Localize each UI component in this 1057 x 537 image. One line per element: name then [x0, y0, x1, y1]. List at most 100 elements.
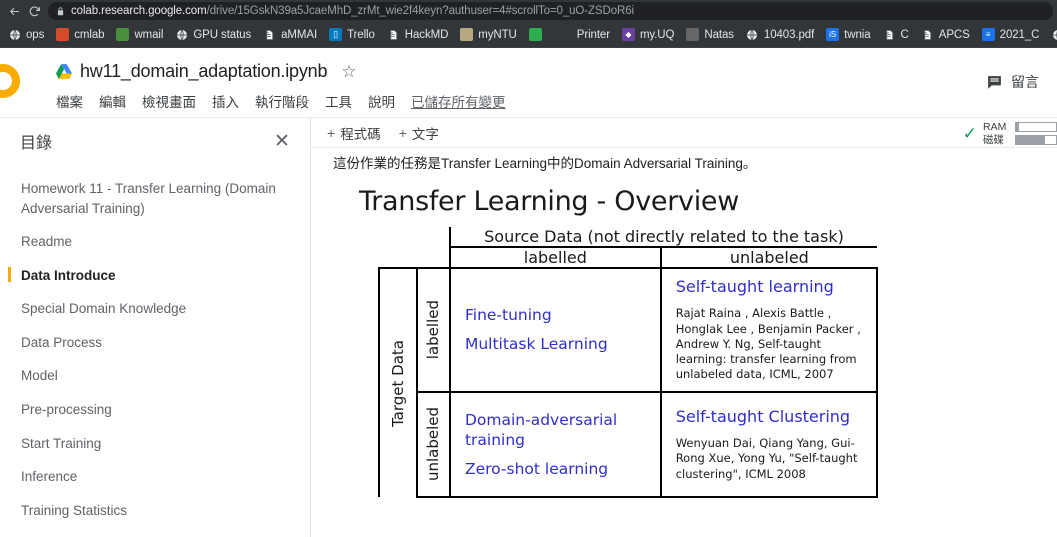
document-icon: [387, 28, 400, 41]
plus-icon: +: [327, 124, 336, 141]
toc-list: Homework 11 - Transfer Learning (Domain …: [0, 164, 310, 537]
colab-header: hw11_domain_adaptation.ipynb ☆ 檔案 編輯 檢視畫面插…: [0, 48, 1057, 118]
toc-item-start-training[interactable]: Start Training: [0, 427, 310, 461]
bookmark-label: Printer: [576, 28, 610, 41]
resource-indicator[interactable]: ✓ RAM 磁碟: [963, 118, 1057, 148]
markdown-text: 這份作業的任務是Transfer Learning中的Domain Advers…: [333, 156, 757, 171]
menu-item-說明[interactable]: 說明: [368, 91, 395, 111]
save-status[interactable]: 已儲存所有變更: [411, 91, 506, 111]
row-header-unlabeled: unlabeled: [415, 391, 450, 499]
corner-blank-3: [379, 247, 417, 268]
bookmark-10403-pdf[interactable]: 10403.pdf: [740, 25, 820, 45]
toc-item-label: Special Domain Knowledge: [21, 301, 187, 317]
row-axis-label: Target Data: [388, 339, 407, 427]
toc-item-pre-processing[interactable]: Pre-processing: [0, 393, 310, 427]
lock-icon: [56, 6, 65, 17]
back-arrow-icon[interactable]: [4, 1, 24, 21]
is-icon: iS: [826, 28, 840, 41]
toc-item-training-statistics[interactable]: Training Statistics: [0, 494, 310, 528]
header-actions: 留言: [986, 72, 1039, 92]
menu-item-工具[interactable]: 工具: [325, 91, 352, 111]
menu-item-編輯[interactable]: 編輯: [99, 91, 126, 111]
bookmark-c[interactable]: C: [877, 25, 915, 45]
bookmark-twnia[interactable]: iS twnia: [820, 25, 876, 45]
star-outline-icon[interactable]: ☆: [341, 63, 356, 80]
colab-logo-ring: [0, 64, 20, 98]
toc-item-readme[interactable]: Readme: [0, 225, 310, 259]
bookmark-label: ops: [26, 28, 45, 41]
bookmark-2021-c[interactable]: ≡ 2021_C: [976, 25, 1046, 45]
disk-meter: 磁碟: [983, 133, 1057, 146]
slides-icon: ≡: [981, 28, 995, 41]
toc-item-learning-curve-strong-baseline[interactable]: Learning Curve (Strong Baseline): [0, 527, 310, 537]
plus-icon: +: [398, 124, 407, 141]
unlabeled-labelled-item-2: Zero-shot learning: [464, 459, 609, 478]
ram-label: RAM: [983, 120, 1007, 133]
toc-item-data-process[interactable]: Data Process: [0, 326, 310, 360]
bookmark-my-uq[interactable]: ◆ my.UQ: [616, 25, 680, 45]
reload-icon[interactable]: [24, 1, 44, 21]
image-icon: [116, 28, 130, 41]
page-title[interactable]: hw11_domain_adaptation.ipynb: [80, 61, 327, 82]
close-icon[interactable]: ✕: [270, 129, 294, 153]
url-path: /drive/15GskN39a5JcaeMhD_zrMt_wie2f4keyn…: [206, 5, 634, 17]
resource-meters: RAM 磁碟: [983, 120, 1057, 146]
menu-item-檔案[interactable]: 檔案: [56, 91, 83, 111]
url-text: colab.research.google.com/drive/15GskN39…: [71, 5, 634, 17]
bookmark-wmail[interactable]: wmail: [110, 25, 169, 45]
green-icon: [528, 28, 542, 41]
google-drive-icon: [56, 63, 72, 79]
bookmark-cmlab[interactable]: cmlab: [50, 25, 110, 45]
col-header-labelled: labelled: [448, 246, 661, 270]
cell-unlabeled-labelled: Domain-adversarial training Zero-shot lea…: [448, 391, 662, 499]
slide-title: Transfer Learning - Overview: [359, 186, 739, 218]
toc-item-homework-11-transfer-learning-domain-adversarial-training[interactable]: Homework 11 - Transfer Learning (Domain …: [0, 172, 310, 225]
bookmark-gpu-status[interactable]: GPU status: [169, 25, 257, 45]
toc-item-special-domain-knowledge[interactable]: Special Domain Knowledge: [0, 292, 310, 326]
labelled-labelled-item-2: Multitask Learning: [464, 335, 608, 354]
menu-item-檢視畫面[interactable]: 檢視畫面: [142, 91, 196, 111]
bookmark-ammai[interactable]: aMMAI: [257, 25, 323, 45]
comment-icon[interactable]: [986, 74, 1003, 91]
notebook-cell-area[interactable]: 這份作業的任務是Transfer Learning中的Domain Advers…: [311, 148, 1057, 537]
bookmark-natas[interactable]: Natas: [680, 25, 740, 45]
globe-icon: [746, 28, 759, 41]
notebook-toolbar: + 程式碼 + 文字 ✓ RAM 磁碟: [311, 118, 1057, 148]
colab-logo[interactable]: [0, 48, 56, 117]
add-code-cell-button[interactable]: + 程式碼: [327, 123, 381, 143]
globe-icon: [8, 28, 21, 41]
bookmark-trello[interactable]: ▯ Trello: [323, 25, 381, 45]
address-bar[interactable]: colab.research.google.com/drive/15GskN39…: [48, 2, 1053, 20]
add-text-label: 文字: [411, 126, 439, 142]
toc-item-inference[interactable]: Inference: [0, 460, 310, 494]
disk-fill: [1016, 135, 1045, 144]
menu-item-執行階段[interactable]: 執行階段: [255, 91, 309, 111]
bookmark-apcs[interactable]: APCS: [915, 25, 976, 45]
row-header-labelled-text: labelled: [424, 300, 443, 360]
toc-item-data-introduce[interactable]: Data Introduce: [0, 259, 310, 293]
bookmark-item-8[interactable]: [523, 25, 553, 45]
trello-icon: ▯: [329, 28, 343, 41]
bookmark-sprou[interactable]: sprou: [1045, 25, 1057, 45]
bookmark-myntu[interactable]: myNTU: [454, 25, 522, 45]
bookmark-printer[interactable]: Printer: [553, 25, 616, 45]
document-icon: [263, 28, 276, 41]
image-icon: [56, 28, 70, 41]
bookmark-ops[interactable]: ops: [2, 25, 50, 45]
url-host: colab.research.google.com: [71, 5, 207, 17]
document-icon: [883, 28, 896, 41]
image-icon: [686, 28, 700, 41]
self-taught-learning-heading: Self-taught learning: [675, 277, 834, 297]
bookmark-label: myNTU: [478, 28, 517, 41]
bookmark-hackmd[interactable]: HackMD: [381, 25, 455, 45]
toc-item-model[interactable]: Model: [0, 359, 310, 393]
toc-item-label: Readme: [21, 234, 73, 250]
add-text-cell-button[interactable]: + 文字: [399, 123, 439, 143]
notebook-pane: + 程式碼 + 文字 ✓ RAM 磁碟 這份作業的任務是Transfer Lea…: [311, 118, 1057, 537]
shield-icon: ◆: [621, 28, 635, 41]
menu-item-插入[interactable]: 插入: [212, 91, 239, 111]
document-icon: [921, 28, 934, 41]
comment-label[interactable]: 留言: [1011, 72, 1039, 92]
bookmark-label: aMMAI: [281, 28, 318, 41]
bookmark-label: wmail: [134, 28, 164, 41]
